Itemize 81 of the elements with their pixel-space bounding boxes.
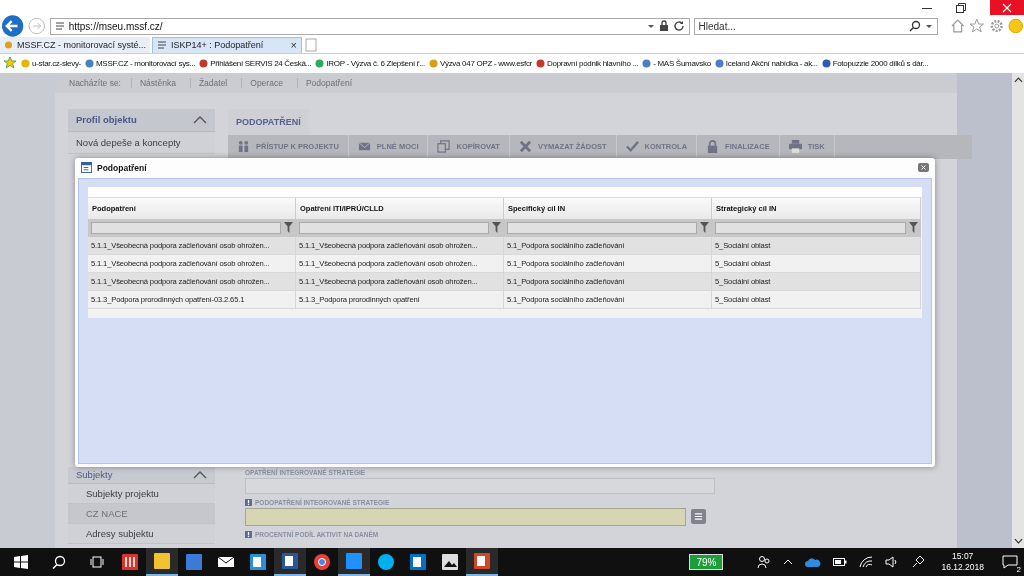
link-icon[interactable] xyxy=(911,555,926,569)
window-icon xyxy=(81,162,92,174)
filter-field[interactable] xyxy=(715,221,906,234)
filter-field[interactable] xyxy=(507,221,697,234)
dropdown-icon[interactable] xyxy=(646,22,655,30)
windows-start-icon[interactable] xyxy=(14,555,28,569)
search-icon[interactable] xyxy=(52,555,66,569)
browser-tab[interactable]: ISKP14+ : Podopatření × xyxy=(152,37,302,53)
favorite-link[interactable]: u-star.cz-slevy- xyxy=(21,58,81,68)
close-icon[interactable] xyxy=(918,163,929,173)
people-icon xyxy=(237,140,250,154)
checkmark-icon xyxy=(625,140,639,154)
back-icon[interactable] xyxy=(1,14,25,38)
scroll-up-icon[interactable] xyxy=(1013,76,1023,83)
cross-icon xyxy=(518,140,532,154)
copy-icon xyxy=(437,140,451,154)
restore-icon[interactable] xyxy=(956,2,966,13)
favorite-link[interactable]: Fotopuzzle 2000 dílků s dár... xyxy=(821,58,929,68)
clock-date[interactable]: 16.12.2018 xyxy=(941,562,984,573)
close-button[interactable] xyxy=(990,0,1024,15)
favorite-link[interactable]: IROP - Výzva č. 6 Zlepšení ř... xyxy=(315,58,425,68)
settings-icon[interactable] xyxy=(989,18,1005,34)
input-field[interactable] xyxy=(245,477,715,494)
sidebar-header[interactable]: Profil objektu xyxy=(68,108,215,132)
favicon-icon xyxy=(199,58,209,68)
filter-field[interactable] xyxy=(91,221,281,234)
lock-icon xyxy=(658,20,669,32)
favicon-icon xyxy=(642,58,652,68)
favicon-icon xyxy=(821,58,831,68)
favicon-icon xyxy=(536,58,545,68)
search-field[interactable]: Hledat... xyxy=(693,17,938,35)
favorite-link[interactable]: Přihlášení SERVIS 24 Česká... xyxy=(199,58,312,68)
taskbar-app-icon[interactable] xyxy=(146,548,178,576)
site-icon xyxy=(4,40,13,50)
favorite-link[interactable]: Výzva 047 OPZ - www.esfcr xyxy=(428,58,532,68)
taskbar-app-icon[interactable] xyxy=(274,548,306,576)
dialog-title: Podopatření xyxy=(97,162,147,173)
refresh-icon[interactable] xyxy=(672,20,685,32)
wifi-icon[interactable] xyxy=(859,556,874,568)
favicon-icon xyxy=(428,58,438,68)
lock-icon xyxy=(706,140,720,154)
filter-icon[interactable] xyxy=(284,222,293,234)
chevron-icon[interactable] xyxy=(193,470,207,479)
star-icon[interactable] xyxy=(969,18,985,34)
people-icon[interactable] xyxy=(757,555,772,569)
chevron-icon[interactable] xyxy=(193,115,207,124)
section-tab[interactable]: PODOPATŘENÍ xyxy=(228,108,309,135)
favorite-link[interactable]: MSSF.CZ - monitorovací sys... xyxy=(85,58,196,68)
dropdown-icon[interactable] xyxy=(925,22,933,30)
search-icon[interactable] xyxy=(909,20,921,32)
address-field[interactable]: https://mseu.mssf.cz/ xyxy=(49,17,690,35)
chevron-up-icon[interactable] xyxy=(783,559,794,565)
battery-icon[interactable] xyxy=(833,558,848,566)
favorite-link[interactable]: Dopravní podnik hlavního ... xyxy=(536,58,639,68)
filter-icon[interactable] xyxy=(909,222,918,234)
taskbar-app-icon[interactable] xyxy=(338,548,370,576)
clock-time[interactable]: 15:07 xyxy=(952,551,974,562)
filter-field[interactable] xyxy=(299,221,489,234)
favorite-link[interactable]: - MAS Šumavsko xyxy=(642,58,711,68)
home-icon[interactable] xyxy=(950,18,966,34)
page-icon xyxy=(54,21,65,31)
site-icon xyxy=(157,40,167,51)
cloud-icon[interactable] xyxy=(805,557,822,567)
favorites-star-icon[interactable] xyxy=(3,56,17,71)
scrollbar[interactable] xyxy=(1012,72,1024,548)
favicon-icon xyxy=(315,58,325,68)
scroll-down-icon[interactable] xyxy=(1013,538,1023,544)
printer-icon xyxy=(788,140,802,154)
browser-tab[interactable]: MSSF.CZ - monitorovací systé... xyxy=(0,37,150,53)
taskbar-app-icon[interactable] xyxy=(466,548,498,576)
close-tab-button[interactable]: × xyxy=(290,39,297,52)
close-icon[interactable] xyxy=(1002,2,1012,13)
favicon-icon xyxy=(21,58,30,68)
favicon-icon xyxy=(714,58,724,68)
filter-icon[interactable] xyxy=(700,222,709,234)
breadcrumb-label: Nacházíte se: xyxy=(69,77,121,88)
task-view-icon[interactable] xyxy=(90,555,104,569)
input-field[interactable] xyxy=(245,507,686,526)
favorite-link[interactable]: Iceland Akční nabídka - ak... xyxy=(714,58,818,68)
favicon-icon xyxy=(85,58,94,68)
filter-icon[interactable] xyxy=(492,222,501,234)
